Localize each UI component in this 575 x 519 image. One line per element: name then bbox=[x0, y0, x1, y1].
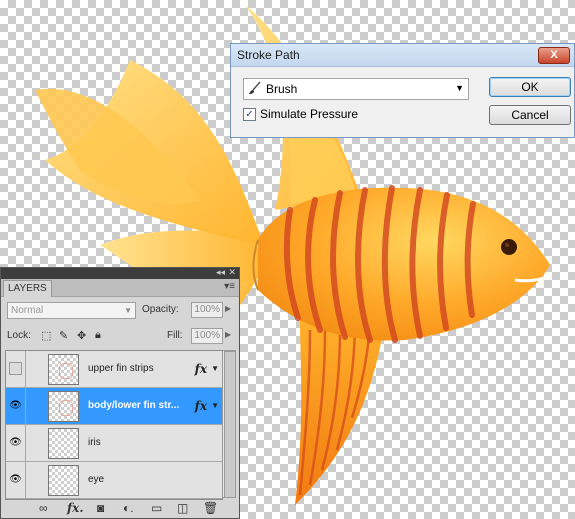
eye-icon[interactable]: 👁︎ bbox=[6, 462, 26, 498]
eye-icon[interactable]: 👁︎ bbox=[6, 425, 26, 461]
chevron-down-icon: ▼ bbox=[124, 306, 132, 315]
scroll-thumb[interactable] bbox=[224, 351, 236, 498]
visibility-off-box bbox=[9, 362, 22, 375]
lock-image-icon[interactable]: ✎ bbox=[59, 329, 68, 342]
lock-position-icon[interactable]: ✥ bbox=[77, 329, 86, 342]
lock-transparency-icon[interactable]: ⬚ bbox=[41, 329, 51, 342]
stroke-path-dialog: Stroke Path X Brush ▼ ✓ Simulate Pressur… bbox=[230, 43, 575, 138]
layer-row-selected[interactable]: 👁︎ body/lower fin str... fx ▼ bbox=[6, 388, 222, 425]
layer-row[interactable]: upper fin strips fx ▼ bbox=[6, 351, 222, 388]
layers-list: upper fin strips fx ▼ 👁︎ body/lower fin … bbox=[5, 350, 223, 500]
panel-drag-bar[interactable]: ◂◂ ✕ bbox=[1, 267, 239, 279]
expand-effects-icon[interactable]: ▼ bbox=[211, 388, 219, 424]
opacity-label: Opacity: bbox=[142, 304, 179, 315]
fill-arrow-icon[interactable]: ▶ bbox=[225, 330, 231, 339]
blend-mode-select[interactable]: Normal ▼ bbox=[7, 302, 136, 319]
layers-scrollbar[interactable] bbox=[222, 350, 236, 498]
blend-row: Normal ▼ Opacity: 100% ▶ bbox=[7, 302, 237, 320]
dialog-title: Stroke Path bbox=[237, 48, 300, 62]
new-layer-icon[interactable]: ◫ bbox=[177, 501, 188, 515]
layer-name: eye bbox=[88, 474, 105, 485]
layer-thumbnail bbox=[48, 428, 79, 459]
brush-icon bbox=[244, 81, 266, 98]
tab-layers[interactable]: LAYERS bbox=[3, 280, 52, 297]
layer-row[interactable]: 👁︎ eye bbox=[6, 462, 222, 499]
eye-icon[interactable]: 👁︎ bbox=[6, 388, 26, 424]
lock-label: Lock: bbox=[7, 330, 31, 341]
adjustment-icon[interactable]: ◐. bbox=[123, 501, 134, 515]
lock-all-icon[interactable]: 🔒︎ bbox=[95, 329, 101, 342]
fill-field[interactable]: 100% bbox=[191, 328, 223, 344]
mask-icon[interactable]: ◙ bbox=[97, 501, 104, 515]
layer-thumbnail bbox=[48, 465, 79, 496]
layer-thumbnail bbox=[48, 354, 79, 385]
folder-icon[interactable]: ▭ bbox=[151, 501, 162, 515]
layer-name: iris bbox=[88, 437, 101, 448]
layer-name: upper fin strips bbox=[88, 363, 154, 374]
chevron-down-icon: ▼ bbox=[455, 83, 464, 93]
trash-icon[interactable]: 🗑︎ bbox=[203, 501, 218, 515]
expand-effects-icon[interactable]: ▼ bbox=[211, 351, 219, 387]
fx-icon[interactable]: fx. bbox=[67, 501, 84, 515]
close-button[interactable]: X bbox=[538, 47, 570, 64]
layers-panel: ◂◂ ✕ LAYERS ▾≡ Normal ▼ Opacity: 100% ▶ … bbox=[0, 267, 240, 519]
fill-label: Fill: bbox=[167, 330, 183, 341]
link-icon[interactable]: ∞ bbox=[39, 501, 48, 515]
tool-select-value: Brush bbox=[266, 82, 298, 96]
opacity-arrow-icon[interactable]: ▶ bbox=[225, 304, 231, 313]
close-icon: X bbox=[550, 49, 558, 61]
visibility-toggle[interactable] bbox=[6, 351, 26, 387]
opacity-field[interactable]: 100% bbox=[191, 302, 223, 318]
dialog-titlebar[interactable]: Stroke Path X bbox=[231, 44, 574, 67]
cancel-button[interactable]: Cancel bbox=[489, 105, 571, 125]
blend-mode-value: Normal bbox=[11, 305, 44, 316]
simulate-pressure-label: Simulate Pressure bbox=[260, 107, 359, 121]
lock-row: Lock: ⬚ ✎ ✥ 🔒︎ Fill: 100% ▶ bbox=[7, 328, 237, 346]
layer-thumbnail bbox=[48, 391, 79, 422]
layers-bottom-bar: ∞ fx. ◙ ◐. ▭ ◫ 🗑︎ bbox=[1, 500, 239, 518]
simulate-pressure-row[interactable]: ✓ Simulate Pressure bbox=[243, 107, 358, 121]
layer-row[interactable]: 👁︎ iris bbox=[6, 425, 222, 462]
ok-button[interactable]: OK bbox=[489, 77, 571, 97]
fx-icon[interactable]: fx bbox=[195, 351, 207, 387]
panel-tab-row: LAYERS ▾≡ bbox=[1, 279, 239, 297]
tool-select[interactable]: Brush ▼ bbox=[243, 78, 469, 100]
panel-menu-icon[interactable]: ▾≡ bbox=[224, 281, 235, 292]
close-icon[interactable]: ✕ bbox=[228, 267, 236, 278]
layer-name: body/lower fin str... bbox=[88, 400, 180, 411]
fx-icon[interactable]: fx bbox=[195, 388, 207, 424]
simulate-pressure-checkbox[interactable]: ✓ bbox=[243, 107, 256, 121]
collapse-icon[interactable]: ◂◂ bbox=[216, 267, 225, 278]
